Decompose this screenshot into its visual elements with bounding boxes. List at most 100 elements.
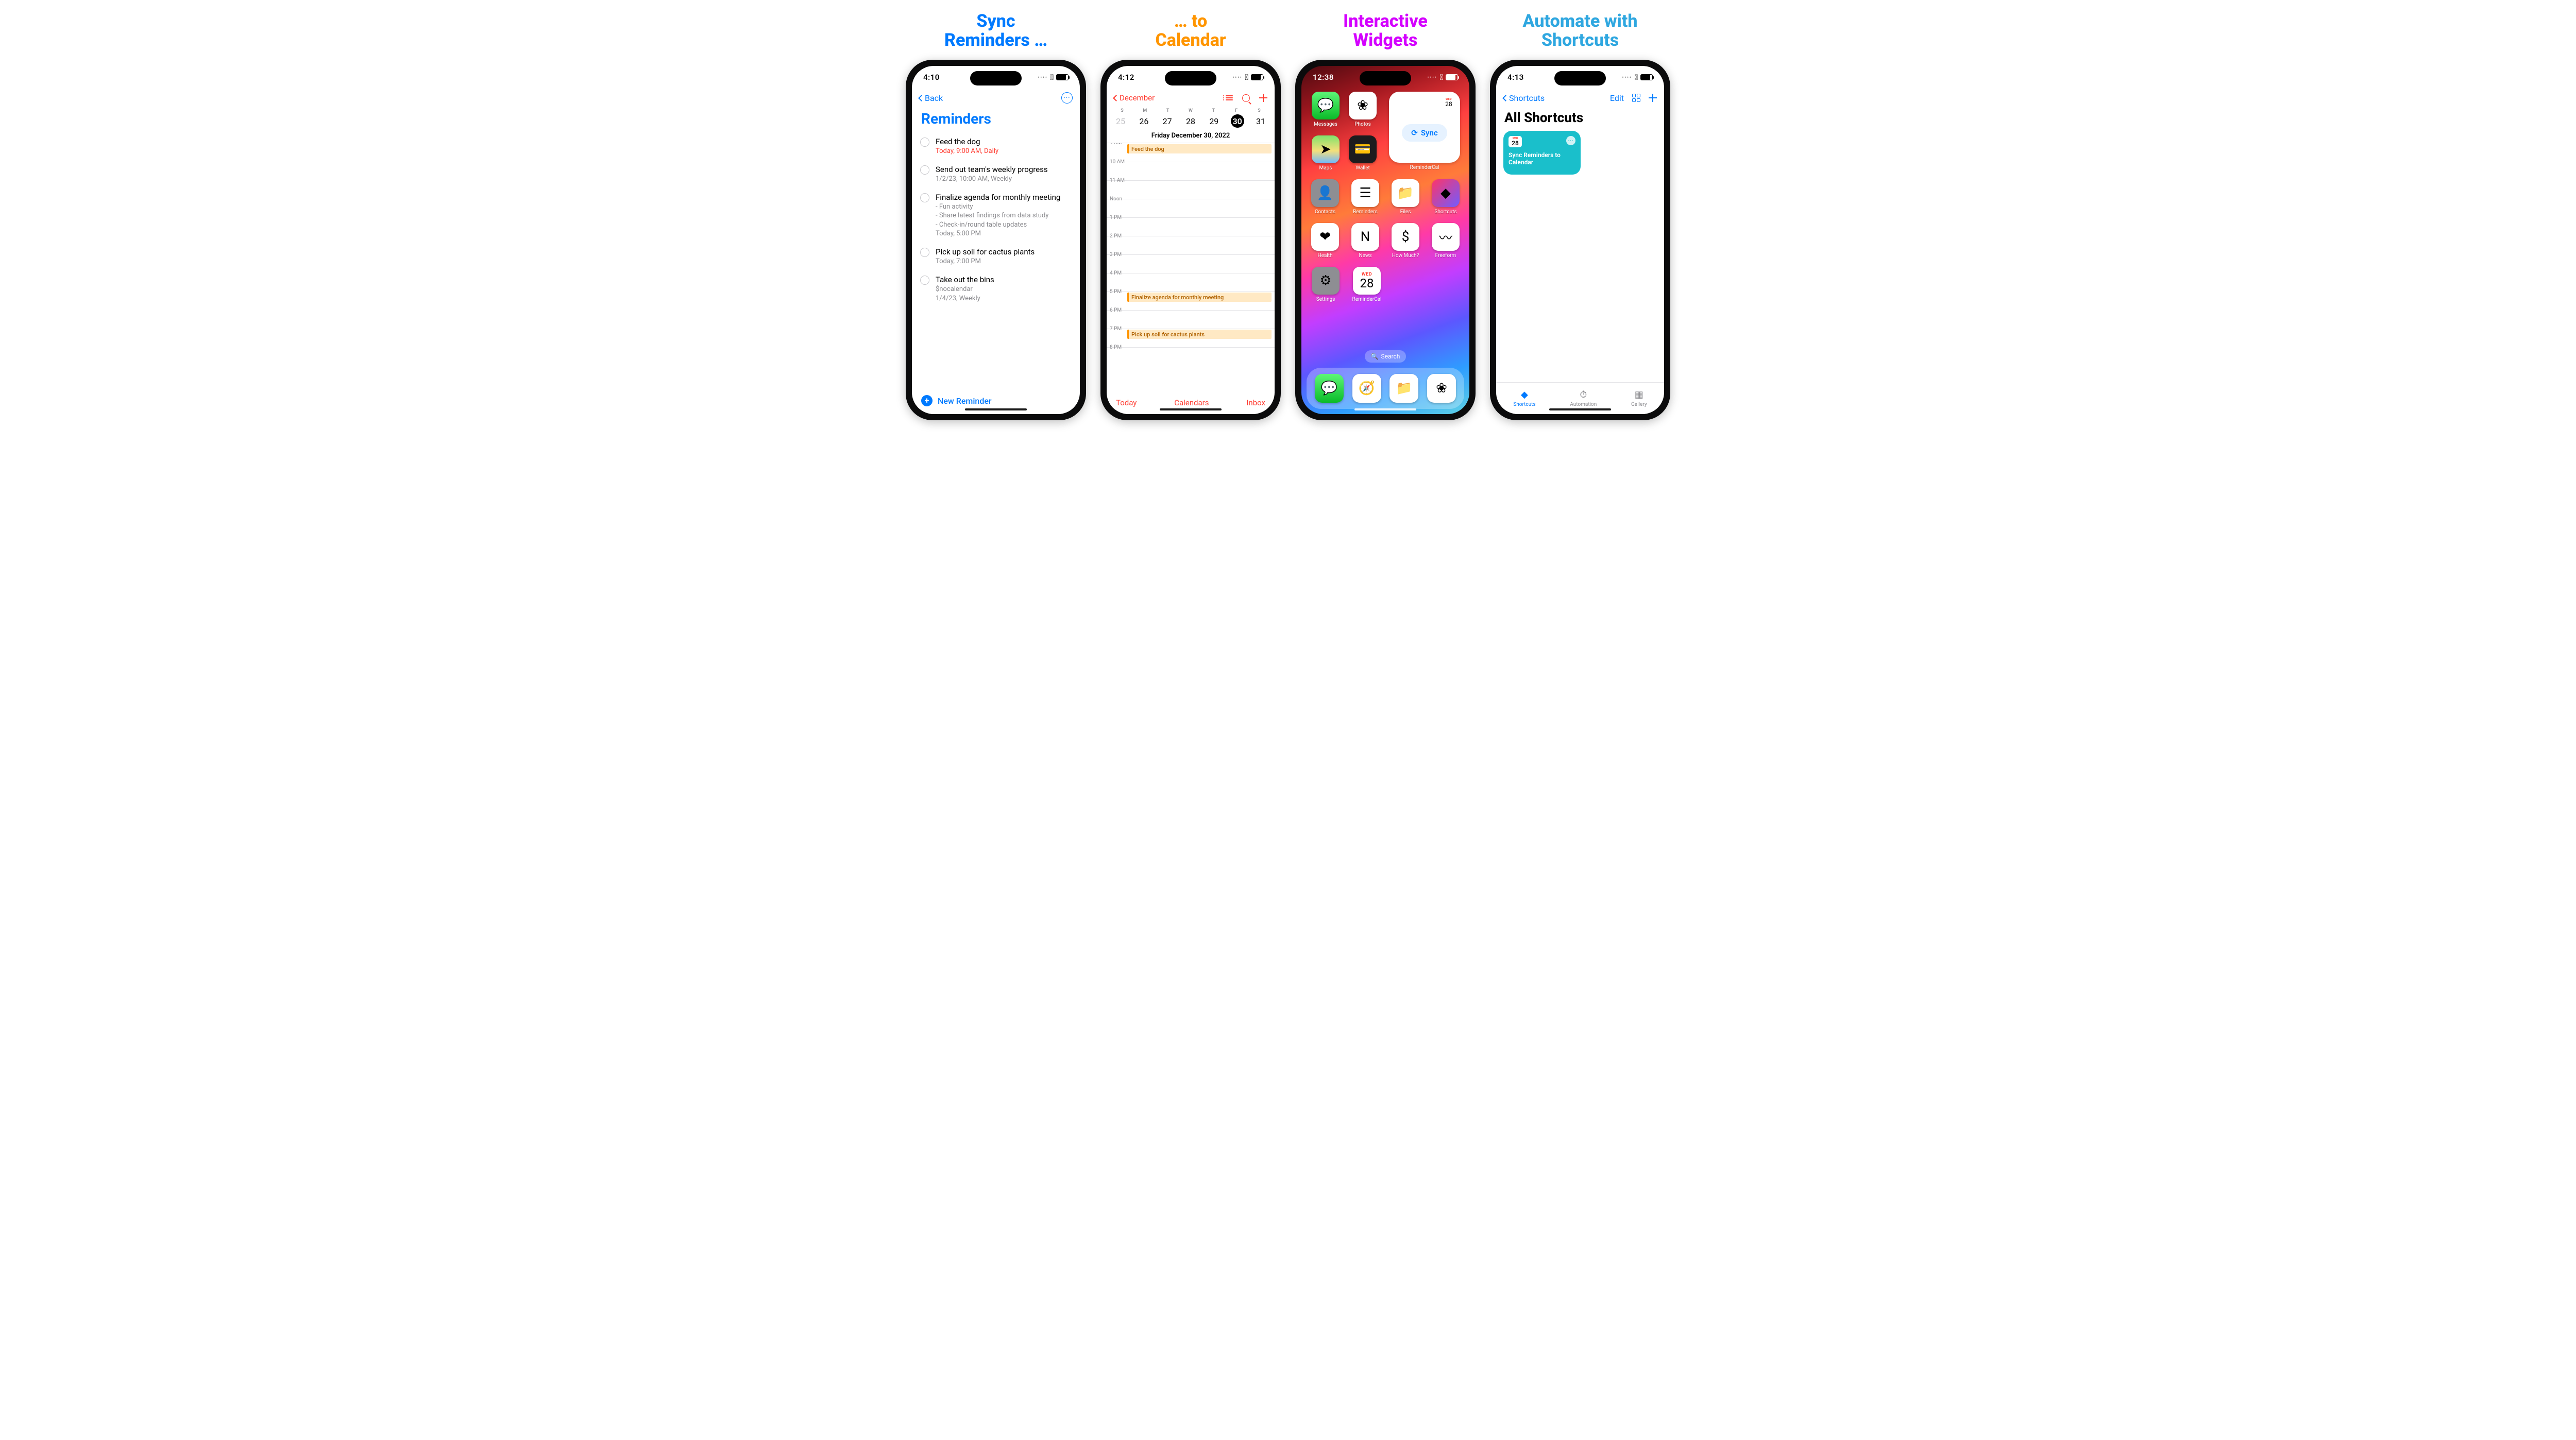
- reminder-item[interactable]: Take out the bins $nocalendar 1/4/23, We…: [919, 270, 1073, 307]
- reminders-list[interactable]: Feed the dog Today, 9:00 AM, Daily Send …: [912, 132, 1080, 387]
- completion-toggle[interactable]: [920, 138, 929, 147]
- tab-shortcuts[interactable]: ◆Shortcuts: [1513, 390, 1535, 407]
- tile-options-button[interactable]: ···: [1566, 136, 1575, 145]
- status-time: 4:10: [923, 73, 940, 82]
- today-button[interactable]: Today: [1116, 398, 1137, 407]
- app-messages[interactable]: 💬Messages: [1311, 92, 1341, 127]
- calendar-event[interactable]: Finalize agenda for monthly meeting: [1127, 293, 1272, 302]
- edit-button[interactable]: Edit: [1610, 93, 1624, 103]
- day-cell[interactable]: 31: [1254, 114, 1267, 128]
- inbox-button[interactable]: Inbox: [1246, 398, 1265, 407]
- app-freeform[interactable]: 〰Freeform: [1431, 223, 1460, 259]
- dock-app-messages[interactable]: 💬: [1315, 374, 1344, 403]
- dock-app-photos[interactable]: ❀: [1427, 374, 1456, 403]
- reminder-item[interactable]: Feed the dog Today, 9:00 AM, Daily: [919, 132, 1073, 160]
- automation-icon: ⏱: [1578, 390, 1589, 400]
- completion-toggle[interactable]: [920, 276, 929, 285]
- spotlight-search[interactable]: 🔍Search: [1365, 350, 1406, 363]
- app-reminders[interactable]: ☰Reminders: [1351, 179, 1380, 215]
- search-button[interactable]: [1242, 94, 1250, 102]
- app-shortcuts[interactable]: ◆Shortcuts: [1431, 179, 1460, 215]
- shortcut-tile[interactable]: WED 28 ··· Sync Reminders to Calendar: [1503, 131, 1581, 175]
- back-button[interactable]: Shortcuts: [1503, 93, 1545, 103]
- chevron-left-icon: [918, 95, 925, 101]
- add-shortcut-button[interactable]: [1649, 94, 1657, 102]
- home-screen-apps[interactable]: 💬Messages❀Photos➤Maps💳WalletWED28 ⟳SyncR…: [1301, 89, 1469, 345]
- sync-button[interactable]: ⟳Sync: [1402, 124, 1447, 142]
- calendar-event[interactable]: Feed the dog: [1127, 144, 1272, 153]
- dock-app-safari[interactable]: 🧭: [1352, 374, 1381, 403]
- calendars-button[interactable]: Calendars: [1174, 398, 1209, 407]
- app-maps[interactable]: ➤Maps: [1311, 135, 1341, 171]
- reminder-title: Feed the dog: [936, 136, 998, 147]
- headline-shortcuts: Automate with Shortcuts: [1523, 10, 1638, 52]
- app-label: Photos: [1354, 122, 1371, 127]
- hour-row: 11 AM: [1107, 180, 1275, 199]
- remindercal-widget[interactable]: WED28 ⟳Sync: [1389, 92, 1460, 163]
- day-cell[interactable]: 29: [1207, 114, 1221, 128]
- month-back-button[interactable]: December: [1114, 93, 1155, 102]
- reminder-subtitle: Today, 7:00 PM: [936, 257, 1035, 266]
- weekday-header: SMTWTFS: [1107, 107, 1275, 113]
- hour-row: Noon: [1107, 199, 1275, 217]
- app-contacts[interactable]: 👤Contacts: [1311, 179, 1340, 215]
- app-icon: 💳: [1349, 135, 1377, 163]
- day-cell[interactable]: 25: [1114, 114, 1127, 128]
- day-cell[interactable]: 30: [1231, 114, 1244, 128]
- shortcut-tile-label: Sync Reminders to Calendar: [1509, 151, 1575, 166]
- home-indicator[interactable]: [1160, 408, 1222, 411]
- app-files[interactable]: 📁Files: [1391, 179, 1420, 215]
- tab-automation[interactable]: ⏱Automation: [1570, 390, 1597, 407]
- app-settings[interactable]: ⚙︎ Settings: [1311, 267, 1341, 302]
- reminder-item[interactable]: Send out team's weekly progress 1/2/23, …: [919, 160, 1073, 188]
- more-options-button[interactable]: ···: [1061, 92, 1073, 104]
- home-indicator[interactable]: [1549, 408, 1611, 411]
- app-label: Settings: [1316, 297, 1335, 302]
- sync-icon: ⟳: [1411, 128, 1418, 138]
- dock[interactable]: 💬 🧭 📁 ❀: [1307, 368, 1464, 409]
- app-icon: 📁: [1392, 179, 1419, 207]
- app-icon: ❀: [1349, 92, 1377, 119]
- reminder-item[interactable]: Pick up soil for cactus plants Today, 7:…: [919, 243, 1073, 270]
- app-icon: ⚙︎: [1312, 267, 1340, 295]
- completion-toggle[interactable]: [920, 165, 929, 175]
- grid-view-button[interactable]: [1632, 94, 1640, 102]
- app-news[interactable]: NNews: [1351, 223, 1380, 259]
- calendar-event[interactable]: Pick up soil for cactus plants: [1127, 330, 1272, 339]
- completion-toggle[interactable]: [920, 248, 929, 257]
- hour-row: 3 PM: [1107, 254, 1275, 273]
- app-wallet[interactable]: 💳Wallet: [1348, 135, 1378, 171]
- reminder-subtitle: $nocalendar 1/4/23, Weekly: [936, 285, 994, 303]
- app-icon: WED28: [1353, 267, 1381, 295]
- dock-app-files[interactable]: 📁: [1389, 374, 1418, 403]
- date-row[interactable]: 25 26 27 28 29 30 31: [1107, 113, 1275, 131]
- day-cell[interactable]: 26: [1137, 114, 1150, 128]
- reminder-title: Finalize agenda for monthly meeting: [936, 192, 1060, 202]
- phone-frame-3: 12:38 ···· 􀙇 💬Messages❀Photos➤Maps💳Walle…: [1295, 60, 1476, 420]
- app-how-much-[interactable]: $How Much?: [1391, 223, 1420, 259]
- list-view-button[interactable]: [1226, 95, 1233, 100]
- back-button[interactable]: Back: [919, 93, 943, 103]
- app-health[interactable]: ❤︎Health: [1311, 223, 1340, 259]
- home-indicator[interactable]: [1354, 408, 1416, 411]
- reminder-subtitle: Today, 9:00 AM, Daily: [936, 147, 998, 156]
- app-label: Health: [1317, 253, 1332, 259]
- reminder-item[interactable]: Finalize agenda for monthly meeting - Fu…: [919, 188, 1073, 243]
- home-indicator[interactable]: [965, 408, 1027, 411]
- headline-reminders: Sync Reminders …: [944, 10, 1047, 52]
- day-timeline[interactable]: 9 AM10 AM11 AMNoon1 PM2 PM3 PM4 PM5 PM6 …: [1107, 143, 1275, 391]
- completion-toggle[interactable]: [920, 193, 929, 202]
- app-icon: 〰: [1432, 223, 1460, 251]
- reminder-subtitle: 1/2/23, 10:00 AM, Weekly: [936, 175, 1048, 184]
- tab-gallery[interactable]: ▦Gallery: [1631, 390, 1647, 407]
- app-photos[interactable]: ❀ Photos: [1348, 92, 1378, 127]
- add-event-button[interactable]: [1259, 94, 1267, 102]
- plus-icon: +: [921, 395, 933, 406]
- reminder-title: Send out team's weekly progress: [936, 164, 1048, 175]
- headline-widgets: Interactive Widgets: [1343, 10, 1428, 52]
- hour-row: 4 PM: [1107, 273, 1275, 292]
- day-cell[interactable]: 27: [1161, 114, 1174, 128]
- app-remindercal[interactable]: WED28ReminderCal: [1352, 267, 1382, 302]
- hour-row: 8 PM: [1107, 347, 1275, 366]
- day-cell[interactable]: 28: [1184, 114, 1197, 128]
